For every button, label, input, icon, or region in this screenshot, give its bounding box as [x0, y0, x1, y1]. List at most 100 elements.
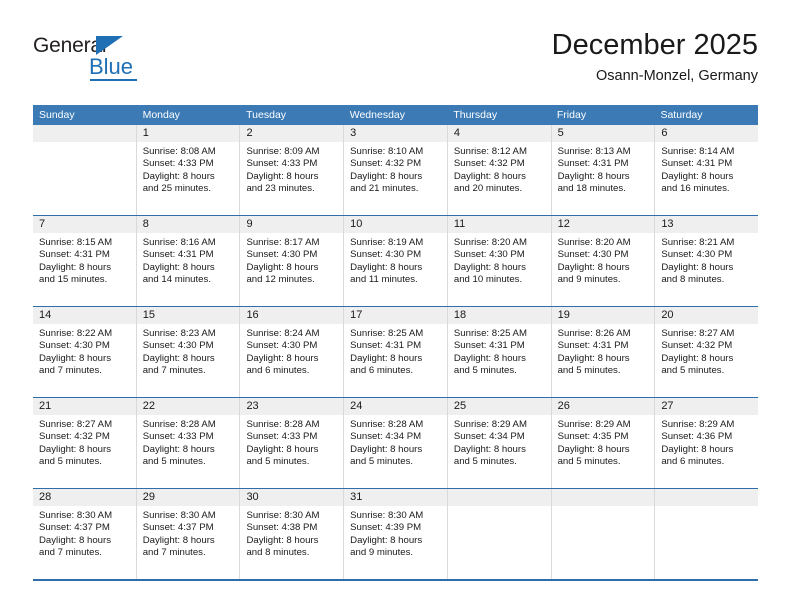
- day-number: 19: [551, 307, 655, 324]
- day-number: 5: [551, 125, 655, 142]
- daylight-line-1: Daylight: 8 hours: [246, 352, 319, 364]
- day-number: [33, 125, 136, 142]
- sunrise-time: Sunrise: 8:27 AM: [39, 419, 113, 430]
- daylight-line-1: Daylight: 8 hours: [661, 261, 734, 273]
- day-number: 4: [447, 125, 551, 142]
- calendar-day-cell[interactable]: 1 Sunrise: 8:08 AM Sunset: 4:33 PM Daylight…: [136, 125, 241, 215]
- calendar-day-cell[interactable]: 20 Sunrise: 8:27 AM Sunset: 4:32 PM Dayligh…: [655, 307, 759, 397]
- sunrise-time: Sunrise: 8:30 AM: [246, 510, 320, 521]
- calendar-day-cell[interactable]: 16 Sunrise: 8:24 AM Sunset: 4:30 PM Dayligh…: [240, 307, 345, 397]
- calendar-day-cell[interactable]: 29 Sunrise: 8:30 AM Sunset: 4:37 PM Dayligh…: [136, 489, 241, 579]
- daylight-line-2: and 8 minutes.: [661, 274, 725, 286]
- daylight-line-1: Daylight: 8 hours: [246, 443, 319, 455]
- calendar-day-cell[interactable]: 13 Sunrise: 8:21 AM Sunset: 4:30 PM Dayligh…: [655, 216, 759, 306]
- day-number: [447, 489, 551, 506]
- dow-header-sunday: Sunday: [39, 109, 75, 121]
- sunset-time: Sunset: 4:32 PM: [39, 431, 110, 443]
- day-details: Sunrise: 8:29 AM Sunset: 4:36 PM Daylight:…: [655, 415, 758, 469]
- sunrise-time: Sunrise: 8:20 AM: [557, 237, 631, 248]
- calendar-day-cell[interactable]: 11 Sunrise: 8:20 AM Sunset: 4:30 PM Dayligh…: [447, 216, 552, 306]
- sunset-time: Sunset: 4:35 PM: [557, 431, 629, 443]
- dow-header-thursday: Thursday: [453, 109, 498, 121]
- day-of-week-header-row: Sunday Monday Tuesday Wednesday Thursday…: [33, 105, 758, 125]
- daylight-line-2: and 16 minutes.: [661, 183, 730, 195]
- calendar-table: Sunday Monday Tuesday Wednesday Thursday…: [33, 105, 759, 579]
- calendar-week-row: 14 Sunrise: 8:22 AM Sunset: 4:30 PM Dayligh…: [33, 306, 759, 397]
- day-details: Sunrise: 8:16 AM Sunset: 4:31 PM Daylight:…: [137, 233, 240, 287]
- calendar-day-cell-empty: [655, 489, 759, 579]
- calendar-day-cell[interactable]: 23 Sunrise: 8:28 AM Sunset: 4:33 PM Dayligh…: [240, 398, 345, 488]
- calendar-day-cell[interactable]: 30 Sunrise: 8:30 AM Sunset: 4:38 PM Dayligh…: [240, 489, 345, 579]
- calendar-day-cell[interactable]: 25 Sunrise: 8:29 AM Sunset: 4:34 PM Dayligh…: [447, 398, 552, 488]
- daylight-line-2: and 7 minutes.: [142, 365, 206, 377]
- calendar-day-cell[interactable]: 31 Sunrise: 8:30 AM Sunset: 4:39 PM Dayligh…: [344, 489, 448, 579]
- daylight-line-1: Daylight: 8 hours: [661, 443, 734, 455]
- day-details: Sunrise: 8:17 AM Sunset: 4:30 PM Daylight:…: [240, 233, 343, 287]
- sunrise-time: Sunrise: 8:27 AM: [661, 328, 735, 339]
- sunset-time: Sunset: 4:31 PM: [557, 158, 629, 170]
- calendar-day-cell[interactable]: 4 Sunrise: 8:12 AM Sunset: 4:32 PM Daylight…: [447, 125, 552, 215]
- calendar-day-cell[interactable]: 24 Sunrise: 8:28 AM Sunset: 4:34 PM Dayligh…: [344, 398, 448, 488]
- general-blue-logo[interactable]: General Blue: [33, 34, 153, 86]
- daylight-line-2: and 11 minutes.: [350, 274, 418, 286]
- dow-header-saturday: Saturday: [660, 109, 703, 121]
- calendar-day-cell[interactable]: 10 Sunrise: 8:19 AM Sunset: 4:30 PM Dayligh…: [344, 216, 448, 306]
- daylight-line-2: and 5 minutes.: [453, 456, 517, 468]
- day-details: Sunrise: 8:28 AM Sunset: 4:34 PM Daylight:…: [344, 415, 447, 469]
- daylight-line-1: Daylight: 8 hours: [246, 534, 319, 546]
- sunset-time: Sunset: 4:31 PM: [661, 158, 733, 170]
- daylight-line-2: and 7 minutes.: [39, 547, 102, 559]
- calendar-day-cell[interactable]: 22 Sunrise: 8:28 AM Sunset: 4:33 PM Dayligh…: [136, 398, 241, 488]
- sunset-time: Sunset: 4:30 PM: [557, 249, 629, 261]
- calendar-day-cell[interactable]: 12 Sunrise: 8:20 AM Sunset: 4:30 PM Dayligh…: [551, 216, 656, 306]
- calendar-day-cell[interactable]: 28 Sunrise: 8:30 AM Sunset: 4:37 PM Dayligh…: [33, 489, 137, 579]
- calendar-day-cell[interactable]: 15 Sunrise: 8:23 AM Sunset: 4:30 PM Dayligh…: [136, 307, 241, 397]
- calendar-day-cell[interactable]: 18 Sunrise: 8:25 AM Sunset: 4:31 PM Dayligh…: [447, 307, 552, 397]
- sunset-time: Sunset: 4:36 PM: [661, 431, 733, 443]
- calendar-day-cell[interactable]: 14 Sunrise: 8:22 AM Sunset: 4:30 PM Dayligh…: [33, 307, 137, 397]
- sunset-time: Sunset: 4:31 PM: [350, 340, 422, 352]
- calendar-day-cell[interactable]: 27 Sunrise: 8:29 AM Sunset: 4:36 PM Dayligh…: [655, 398, 759, 488]
- sunrise-time: Sunrise: 8:30 AM: [142, 510, 216, 521]
- daylight-line-2: and 5 minutes.: [350, 456, 414, 468]
- sunrise-time: Sunrise: 8:28 AM: [350, 419, 424, 430]
- day-details: Sunrise: 8:28 AM Sunset: 4:33 PM Daylight:…: [240, 415, 343, 469]
- day-number: 24: [344, 398, 447, 415]
- daylight-line-2: and 7 minutes.: [142, 547, 206, 559]
- calendar-day-cell[interactable]: 19 Sunrise: 8:26 AM Sunset: 4:31 PM Dayligh…: [551, 307, 656, 397]
- calendar-week-row: 7 Sunrise: 8:15 AM Sunset: 4:31 PM Daylight…: [33, 215, 759, 306]
- day-details: Sunrise: 8:14 AM Sunset: 4:31 PM Daylight:…: [655, 142, 758, 196]
- daylight-line-1: Daylight: 8 hours: [350, 261, 423, 273]
- day-number: [655, 489, 759, 506]
- day-number: 28: [33, 489, 136, 506]
- calendar-day-cell-empty: [551, 489, 656, 579]
- calendar-day-cell[interactable]: 21 Sunrise: 8:27 AM Sunset: 4:32 PM Dayligh…: [33, 398, 137, 488]
- calendar-day-cell[interactable]: 2 Sunrise: 8:09 AM Sunset: 4:33 PM Daylight…: [240, 125, 345, 215]
- day-number: 26: [551, 398, 655, 415]
- calendar-weeks: 1 Sunrise: 8:08 AM Sunset: 4:33 PM Daylight…: [33, 125, 759, 579]
- day-details: Sunrise: 8:30 AM Sunset: 4:39 PM Daylight:…: [344, 506, 447, 560]
- calendar-day-cell[interactable]: 7 Sunrise: 8:15 AM Sunset: 4:31 PM Daylight…: [33, 216, 137, 306]
- day-number: 10: [344, 216, 447, 233]
- calendar-day-cell[interactable]: 3 Sunrise: 8:10 AM Sunset: 4:32 PM Daylight…: [344, 125, 448, 215]
- day-details: Sunrise: 8:23 AM Sunset: 4:30 PM Daylight:…: [137, 324, 240, 378]
- day-number: 22: [136, 398, 240, 415]
- daylight-line-2: and 7 minutes.: [39, 365, 102, 377]
- logo-underline: [90, 79, 137, 81]
- day-number: 6: [655, 125, 759, 142]
- day-number: 21: [33, 398, 136, 415]
- day-number: 9: [240, 216, 344, 233]
- sunset-time: Sunset: 4:34 PM: [453, 431, 525, 443]
- calendar-day-cell[interactable]: 6 Sunrise: 8:14 AM Sunset: 4:31 PM Daylight…: [655, 125, 759, 215]
- day-details: Sunrise: 8:28 AM Sunset: 4:33 PM Daylight:…: [137, 415, 240, 469]
- day-details: Sunrise: 8:27 AM Sunset: 4:32 PM Daylight:…: [33, 415, 136, 469]
- daylight-line-1: Daylight: 8 hours: [350, 170, 423, 182]
- calendar-day-cell[interactable]: 17 Sunrise: 8:25 AM Sunset: 4:31 PM Dayligh…: [344, 307, 448, 397]
- calendar-day-cell[interactable]: 9 Sunrise: 8:17 AM Sunset: 4:30 PM Daylight…: [240, 216, 345, 306]
- sunset-time: Sunset: 4:37 PM: [39, 522, 110, 534]
- day-number: 12: [551, 216, 655, 233]
- calendar-day-cell[interactable]: 8 Sunrise: 8:16 AM Sunset: 4:31 PM Daylight…: [136, 216, 241, 306]
- calendar-day-cell[interactable]: 5 Sunrise: 8:13 AM Sunset: 4:31 PM Daylight…: [551, 125, 656, 215]
- day-number: 13: [655, 216, 759, 233]
- calendar-day-cell[interactable]: 26 Sunrise: 8:29 AM Sunset: 4:35 PM Dayligh…: [551, 398, 656, 488]
